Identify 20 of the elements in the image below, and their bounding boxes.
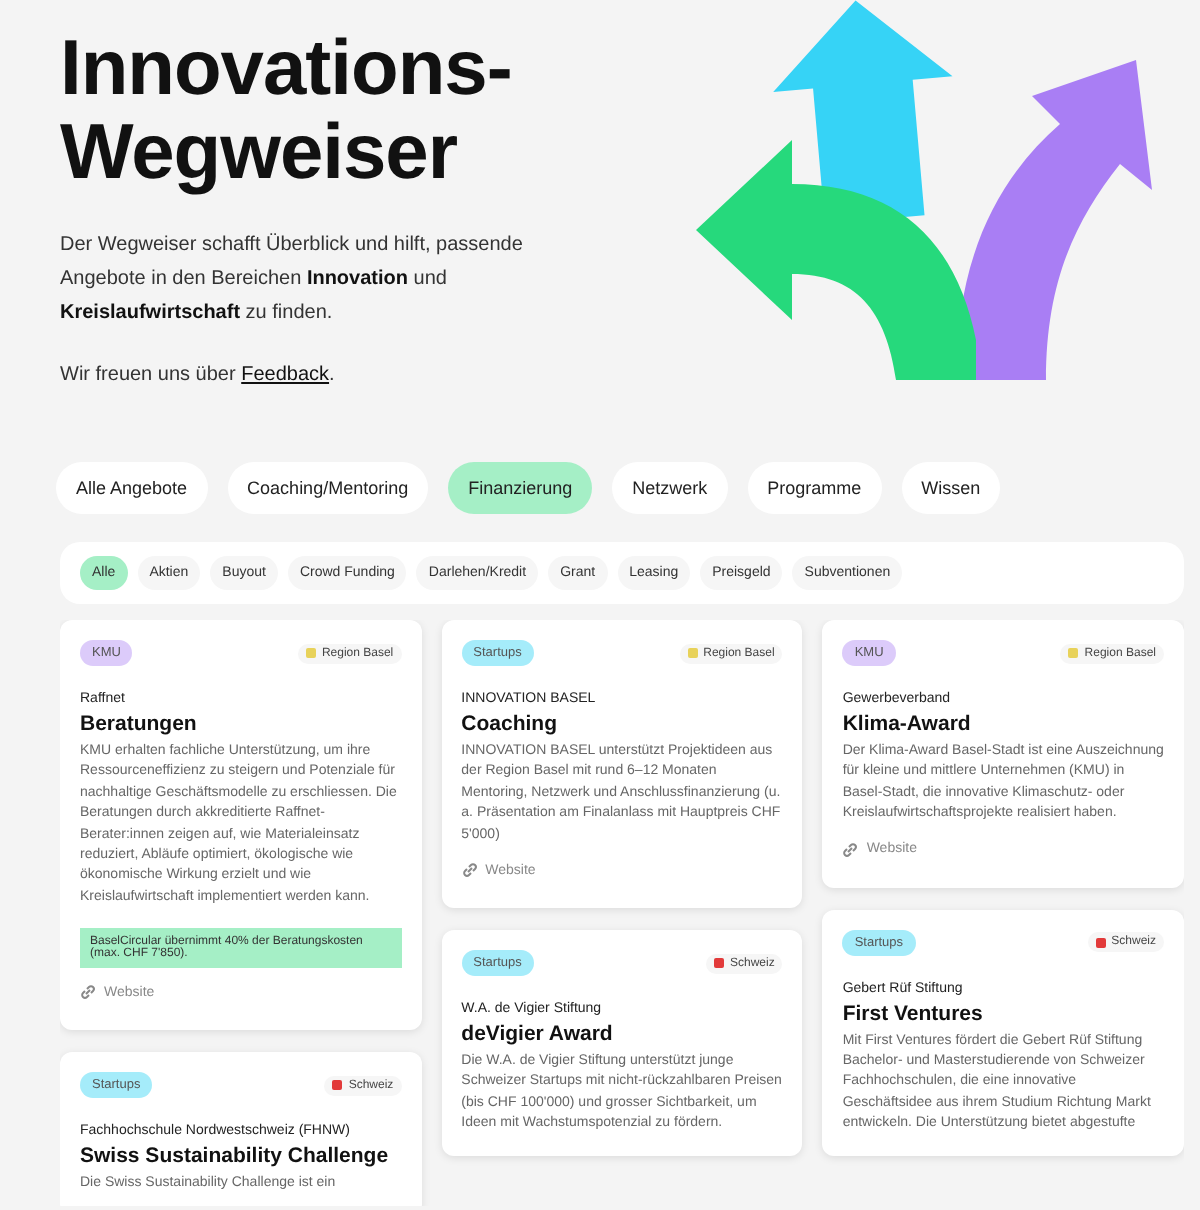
- category-tab[interactable]: Wissen: [901, 462, 1001, 514]
- feedback-link[interactable]: Feedback: [241, 364, 330, 386]
- category-tab[interactable]: Programme: [747, 462, 882, 514]
- card-title: deVigier Award: [461, 1022, 615, 1047]
- page-title: Innovations-: [60, 28, 514, 112]
- link-icon: [80, 984, 96, 1001]
- page-title: Wegweiser: [60, 112, 460, 196]
- intro-text: Der Wegweiser schafft Überblick und hilft, passende Angebote in den Bereichen Innovation und Kreislaufwirtschaft zu finden.: [60, 231, 525, 328]
- category-tab[interactable]: Alle Angebote: [56, 462, 208, 514]
- card-title: Beratungen: [80, 712, 199, 736]
- card-title: Swiss Sustainability Challenge: [80, 1144, 391, 1169]
- card-title: First Ventures: [842, 1001, 985, 1026]
- link-icon: [461, 862, 478, 879]
- category-tab[interactable]: Coaching/Mentoring: [227, 462, 429, 514]
- card-title: Coaching: [461, 712, 559, 736]
- category-tab[interactable]: Finanzierung: [448, 462, 593, 514]
- feedback-text: Wir freuen uns über Feedback.: [60, 362, 337, 390]
- category-tab[interactable]: Netzwerk: [612, 462, 728, 514]
- link-icon: [842, 841, 859, 858]
- card-title: Klima-Award: [842, 712, 973, 736]
